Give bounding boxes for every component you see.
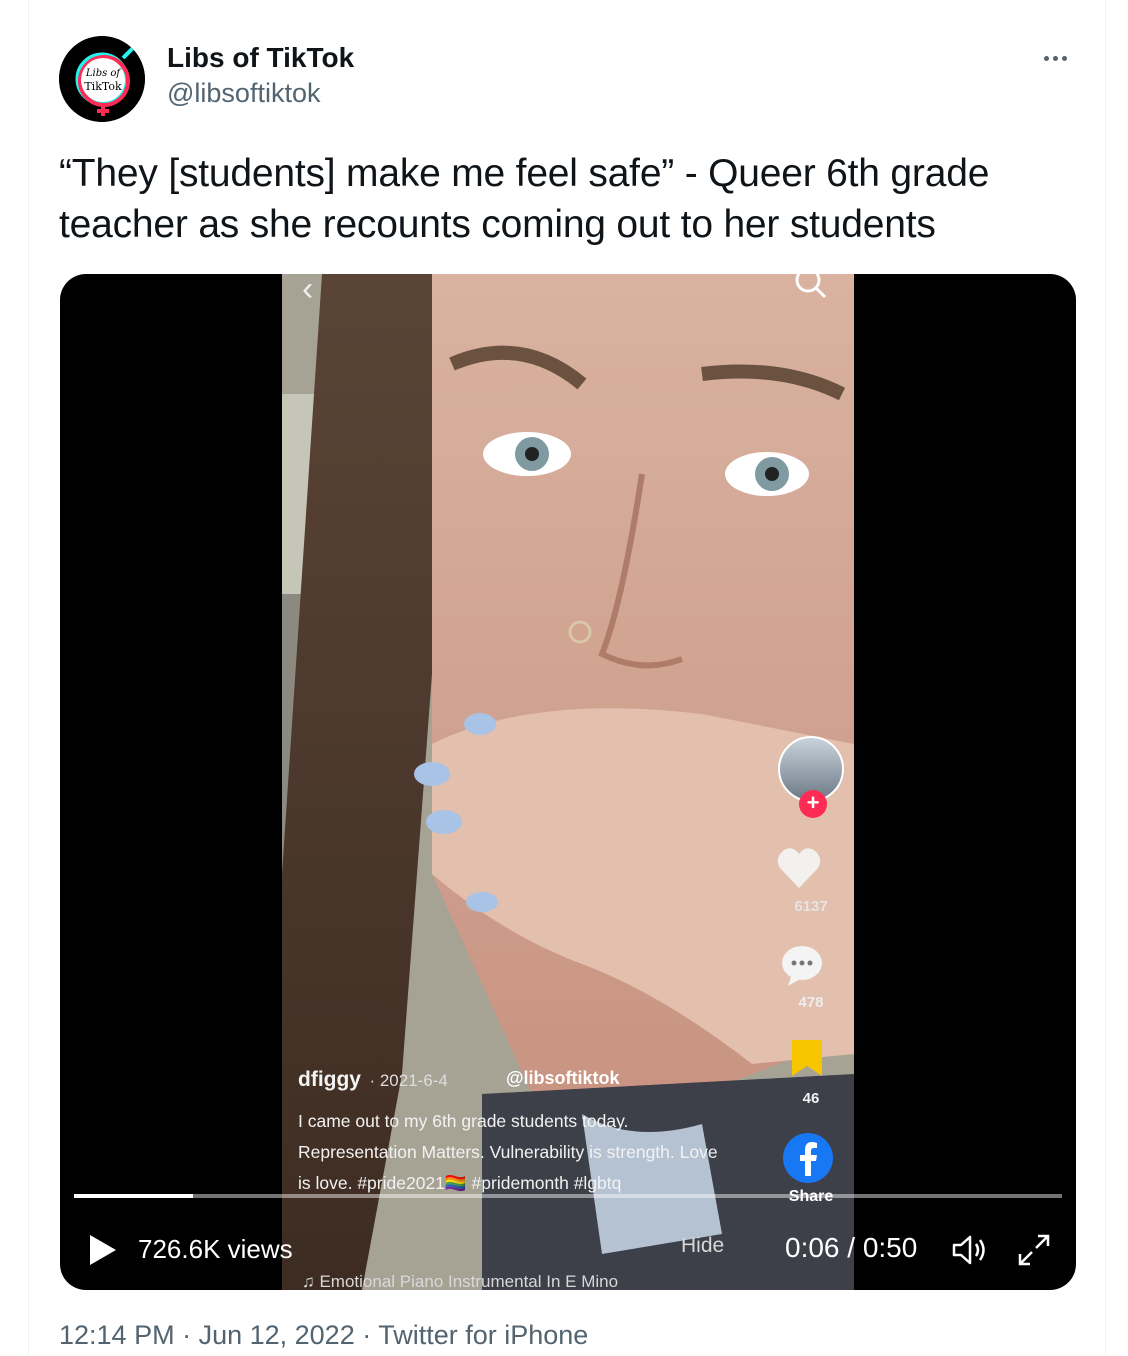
tweet-date[interactable]: Jun 12, 2022 <box>199 1320 355 1350</box>
progress-bar[interactable] <box>74 1194 1062 1198</box>
tiktok-date: · 2021-6-4 <box>369 1071 448 1090</box>
more-icon-dot <box>1061 55 1067 61</box>
tiktok-description: I came out to my 6th grade students toda… <box>298 1111 718 1193</box>
more-icon-dot <box>1052 55 1058 61</box>
fullscreen-icon[interactable] <box>1014 1230 1054 1270</box>
tiktok-music: ♫ Emotional Piano Instrumental In E Mino <box>302 1272 619 1290</box>
tiktok-watermark: @libsoftiktok <box>506 1068 620 1088</box>
hide-label: Hide <box>681 1234 725 1257</box>
svg-text:TikTok: TikTok <box>84 80 122 93</box>
like-count: 6137 <box>794 898 828 915</box>
follow-button[interactable]: + <box>799 790 827 818</box>
tweet-text: “They [students] make me feel safe” - Qu… <box>59 152 990 246</box>
volume-icon[interactable] <box>950 1230 990 1270</box>
meta-separator: · <box>174 1320 199 1350</box>
more-icon <box>1043 55 1049 61</box>
view-count: 726.6K views <box>138 1234 293 1264</box>
tiktok-caption: dfiggy · 2021-6-4 @libsoftiktok I came o… <box>298 1068 718 1199</box>
author-handle[interactable]: @libsoftiktok <box>167 78 320 109</box>
tweet-time[interactable]: 12:14 PM <box>59 1320 175 1350</box>
back-chevron-icon[interactable]: ‹ <box>302 274 313 309</box>
svg-text:Libs of: Libs of <box>85 68 123 79</box>
libs-of-tiktok-logo: Libs of TikTok <box>59 36 145 122</box>
comment-icon[interactable] <box>780 944 824 988</box>
tweet-meta: 12:14 PM · Jun 12, 2022 · Twitter for iP… <box>59 1320 588 1351</box>
avatar[interactable]: Libs of TikTok <box>59 36 145 122</box>
progress-fill <box>74 1194 193 1198</box>
facebook-icon[interactable] <box>782 1132 834 1184</box>
heart-icon[interactable] <box>776 846 822 890</box>
comment-count: 478 <box>798 994 824 1011</box>
bookmark-count: 46 <box>802 1090 820 1107</box>
search-icon[interactable] <box>792 274 830 302</box>
tiktok-username[interactable]: dfiggy <box>298 1068 361 1092</box>
more-button[interactable] <box>1035 44 1075 72</box>
time-display: 0:06 / 0:50 <box>785 1232 918 1263</box>
bookmark-icon[interactable] <box>790 1038 824 1078</box>
video-frame[interactable]: ‹ + 6137 478 46 Share dfiggy · 2021-6-4 … <box>282 274 854 1290</box>
play-icon[interactable] <box>84 1232 120 1268</box>
video-player[interactable]: ‹ + 6137 478 46 Share dfiggy · 2021-6-4 … <box>60 274 1076 1290</box>
meta-separator: · <box>354 1320 379 1350</box>
tweet-card: Libs of TikTok Libs of TikTok @libsoftik… <box>28 0 1106 1356</box>
author-name[interactable]: Libs of TikTok <box>167 42 354 74</box>
tweet-source[interactable]: Twitter for iPhone <box>378 1320 588 1350</box>
